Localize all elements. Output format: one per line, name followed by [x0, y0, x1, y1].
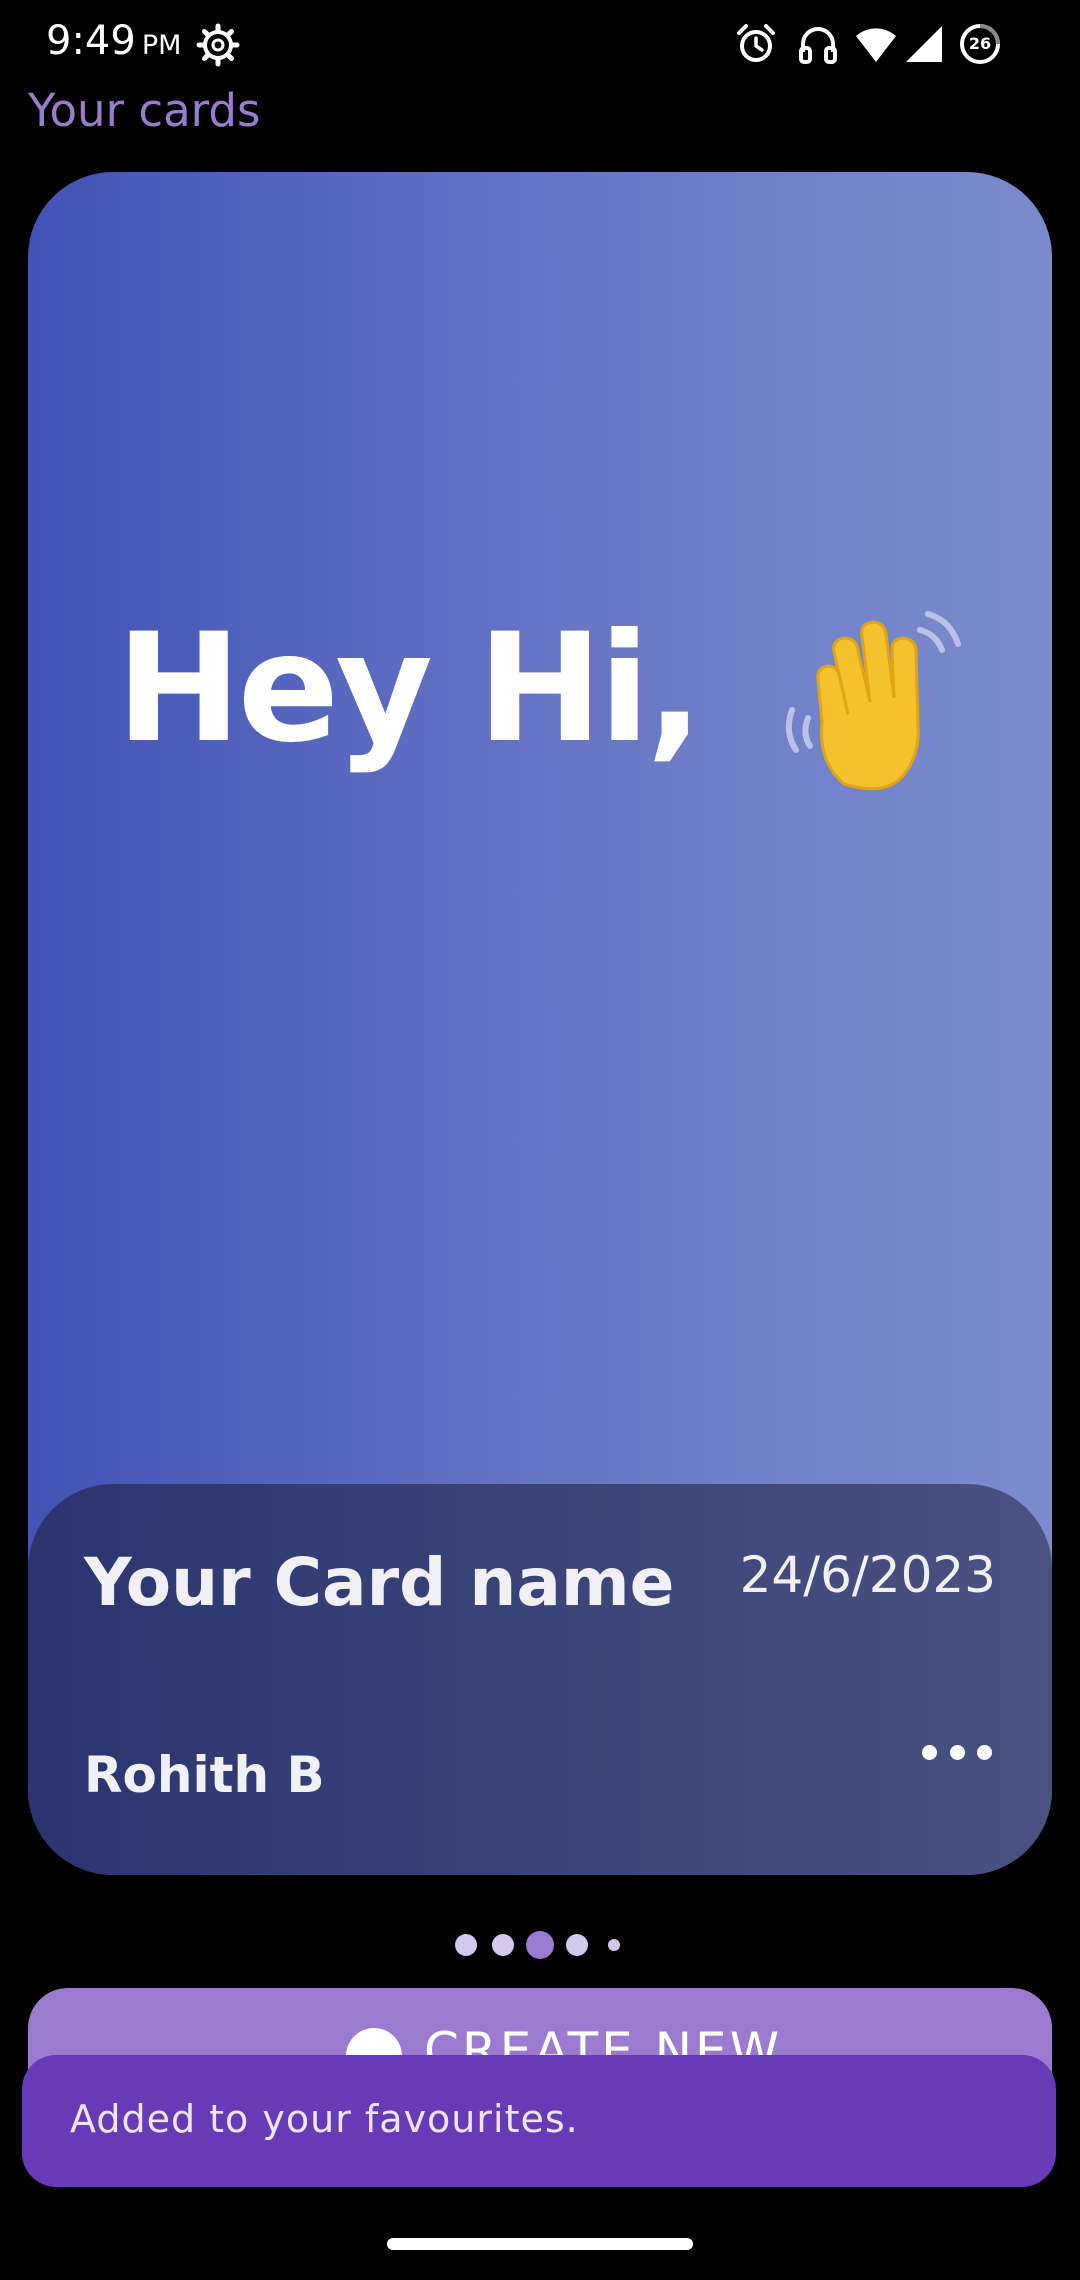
page-dot-active[interactable] [526, 1931, 554, 1959]
snackbar-message: Added to your favourites. [70, 2097, 579, 2141]
more-horizontal-icon[interactable] [922, 1732, 992, 1772]
more-dot [922, 1744, 937, 1760]
status-bar: 9:49 PM 26 [0, 0, 1080, 90]
waving-hand-icon [785, 611, 961, 791]
cell-signal-icon [906, 26, 942, 62]
card-name: Your Card name [84, 1544, 675, 1621]
status-time-value: 9:49 [46, 18, 136, 64]
page-dot[interactable] [492, 1934, 514, 1956]
more-dot [949, 1744, 965, 1760]
page-indicator [0, 1928, 1080, 1964]
page-dot[interactable] [608, 1939, 620, 1951]
status-time-ampm: PM [141, 30, 182, 61]
page-title: Your cards [28, 84, 261, 137]
card-date: 24/6/2023 [739, 1546, 996, 1604]
card-greeting-text: Hey Hi, [116, 602, 703, 776]
headphones-icon [799, 27, 837, 64]
wifi-icon [856, 28, 896, 62]
status-time: 9:49 PM [46, 18, 181, 64]
battery-saver-icon: 26 [958, 22, 1002, 66]
page-dot[interactable] [566, 1934, 588, 1956]
battery-level-text: 26 [968, 34, 992, 53]
settings-gear-icon [196, 23, 240, 67]
card-owner: Rohith B [84, 1746, 325, 1804]
card-info-panel: Your Card name 24/6/2023 Rohith B [28, 1484, 1052, 1875]
greeting-card[interactable]: Hey Hi, Your Card name 24/6/2023 Rohith … [28, 172, 1052, 1875]
gesture-navigation-bar[interactable] [387, 2238, 693, 2250]
screen: 9:49 PM 26 Your cards Hey Hi, Your Card … [0, 0, 1080, 2280]
alarm-icon [737, 24, 775, 62]
more-dot [977, 1744, 992, 1760]
page-dot[interactable] [455, 1934, 477, 1956]
snackbar: Added to your favourites. [22, 2055, 1056, 2187]
